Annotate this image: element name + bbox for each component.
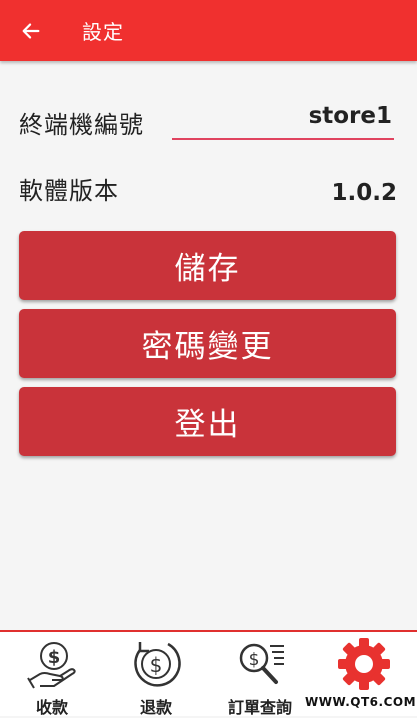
software-version-value: 1.0.2 (331, 180, 398, 206)
nav-label-receive-payment: 收款 (35, 698, 68, 717)
terminal-number-input[interactable] (182, 103, 394, 131)
nav-item-receive-payment[interactable]: $ 收款 (0, 632, 104, 717)
arrow-left-icon (22, 22, 40, 39)
svg-text:$: $ (48, 647, 61, 668)
save-button[interactable]: 儲存 (19, 231, 396, 300)
back-button[interactable] (0, 0, 62, 61)
change-password-button[interactable]: 密碼變更 (19, 309, 396, 378)
terminal-number-field-wrap (172, 96, 394, 140)
terminal-number-label: 終端機編號 (19, 111, 144, 139)
nav-label-order-search: 訂單查詢 (227, 698, 292, 717)
dollar-refund-icon: $ (134, 642, 181, 687)
logout-button[interactable]: 登出 (19, 387, 396, 456)
app-bar: 設定 (0, 0, 417, 61)
svg-text:$: $ (249, 650, 260, 670)
software-version-label: 軟體版本 (19, 177, 119, 205)
software-version-row: 軟體版本 1.0.2 (19, 166, 397, 206)
gear-icon (338, 638, 390, 690)
svg-text:$: $ (150, 653, 163, 677)
nav-item-refund[interactable]: $ 退款 (104, 632, 208, 717)
terminal-number-row: 終端機編號 (19, 96, 397, 140)
nav-label-refund: 退款 (139, 698, 172, 717)
watermark: WWW.QT6.COM (305, 690, 417, 714)
nav-item-order-search[interactable]: $ 訂單查詢 (208, 632, 312, 717)
order-search-icon: $ (239, 643, 284, 684)
hand-dollar-icon: $ (27, 642, 76, 689)
page-title: 設定 (82, 20, 124, 44)
